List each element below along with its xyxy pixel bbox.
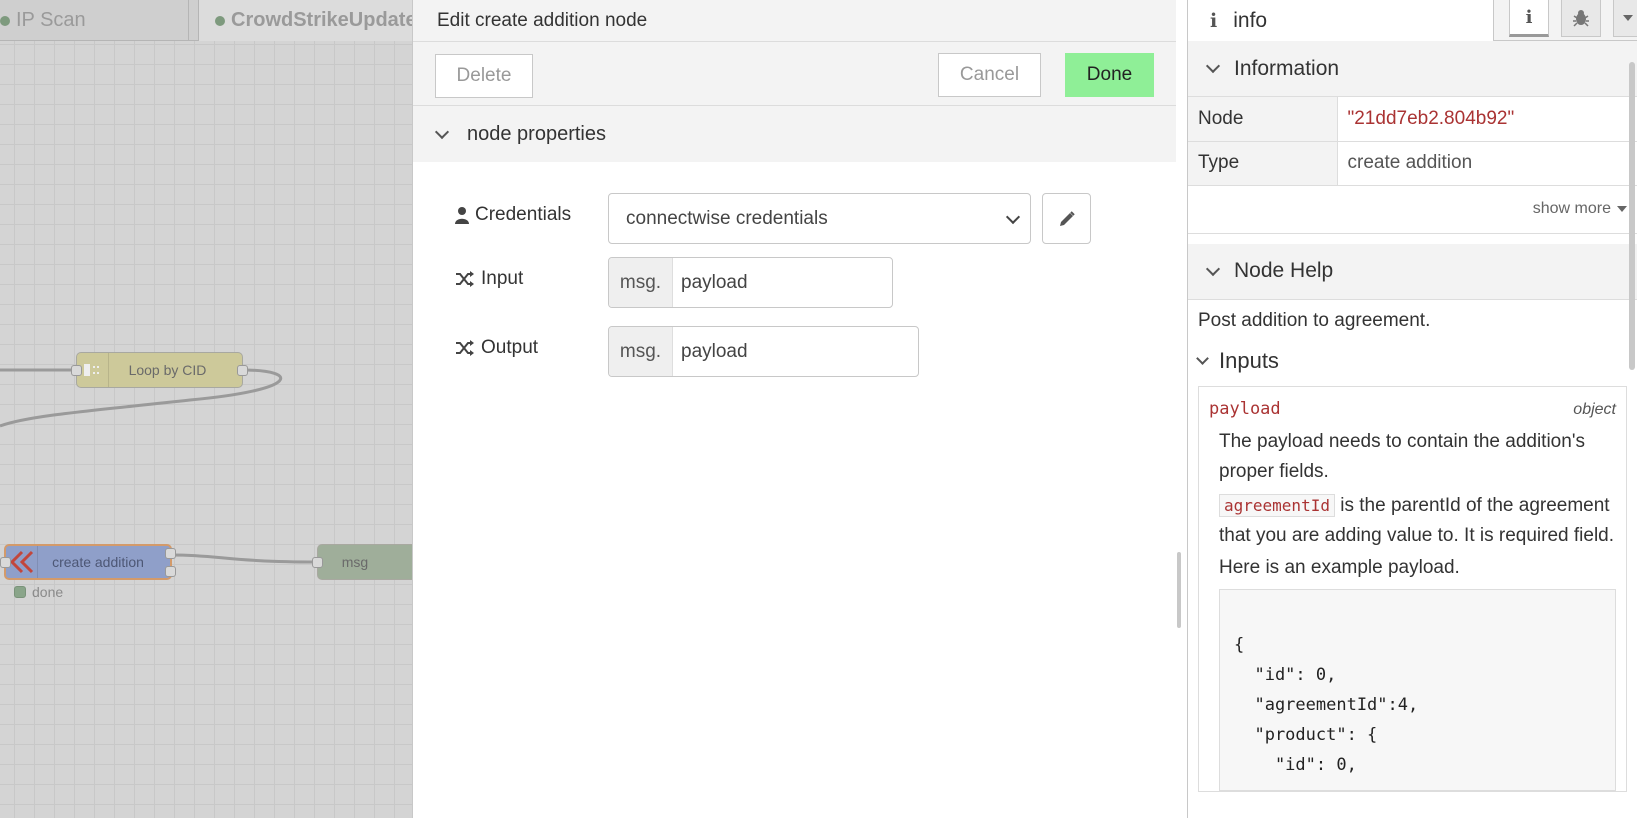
- output-label: Output: [455, 337, 538, 359]
- flow-wires: [0, 368, 318, 564]
- delete-button[interactable]: Delete: [435, 54, 533, 98]
- example-code-block: { "id": 0, "agreementId":4, "product": {…: [1219, 588, 1616, 791]
- caret-down-icon: [1623, 15, 1633, 21]
- info-tab-button[interactable]: i: [1509, 0, 1549, 37]
- information-title: Information: [1234, 56, 1340, 80]
- typed-prefix[interactable]: msg.: [609, 327, 673, 376]
- cancel-button[interactable]: Cancel: [938, 53, 1041, 97]
- info-icon: i: [1210, 9, 1218, 32]
- node-properties-header[interactable]: node properties: [413, 106, 1176, 162]
- information-table: Node "21dd7eb2.804b92" Type create addit…: [1188, 97, 1637, 186]
- section-label: node properties: [467, 122, 606, 145]
- tray-resize-handle[interactable]: [1177, 552, 1181, 628]
- property-box: payload object The payload needs to cont…: [1198, 385, 1627, 792]
- node-status: done: [14, 584, 63, 600]
- row-value: create addition: [1337, 141, 1637, 186]
- node-help-body: Post addition to agreement. Inputs paylo…: [1188, 300, 1637, 792]
- pencil-icon: [1059, 210, 1075, 226]
- row-value[interactable]: "21dd7eb2.804b92": [1337, 97, 1637, 142]
- property-type: object: [1573, 400, 1616, 418]
- input-port[interactable]: [71, 365, 82, 376]
- node-label: msg: [341, 554, 369, 570]
- node-label: create addition: [52, 554, 144, 570]
- debug-tab-button[interactable]: [1561, 0, 1601, 37]
- information-header[interactable]: Information: [1188, 41, 1637, 97]
- input-label-text: Input: [481, 268, 524, 289]
- tab-info[interactable]: i info: [1188, 0, 1494, 41]
- info-icon: i: [1525, 6, 1533, 28]
- user-icon: [455, 207, 469, 224]
- done-button[interactable]: Done: [1065, 53, 1154, 97]
- caret-down-icon: [1617, 206, 1627, 212]
- desc-paragraph-3: Here is an example payload.: [1219, 556, 1460, 578]
- tab-info-label: info: [1233, 8, 1268, 32]
- status-label: done: [32, 584, 64, 600]
- show-more-link[interactable]: show more: [1188, 186, 1637, 234]
- output-port[interactable]: [165, 566, 176, 577]
- chevron-down-icon: [1196, 351, 1209, 365]
- typed-prefix[interactable]: msg.: [609, 258, 673, 307]
- table-row: Type create addition: [1188, 141, 1637, 186]
- info-sidebar: i info i Information Node "21dd7eb2.804b…: [1187, 0, 1637, 818]
- output-label-text: Output: [481, 337, 539, 358]
- property-name: payload: [1209, 398, 1281, 419]
- input-port[interactable]: [312, 557, 323, 568]
- output-value[interactable]: payload: [673, 327, 748, 376]
- edit-tray: Edit create addition node Delete Cancel …: [412, 0, 1176, 818]
- flow-workspace[interactable]: IP Scan CrowdStrikeUpdate Loop by CID cr…: [0, 0, 412, 818]
- input-port[interactable]: [0, 557, 11, 568]
- inputs-header[interactable]: Inputs: [1196, 347, 1627, 374]
- output-typed-field[interactable]: msg. payload: [608, 326, 919, 377]
- sidebar-tab-bar: i info i: [1188, 0, 1637, 41]
- chevron-down-icon: [1205, 58, 1221, 74]
- status-dot: [14, 586, 26, 598]
- node-help-header[interactable]: Node Help: [1188, 243, 1637, 300]
- input-label: Input: [455, 268, 523, 290]
- credentials-value: connectwise credentials: [626, 207, 828, 229]
- credentials-label: Credentials: [455, 204, 571, 226]
- property-header: payload object: [1209, 399, 1616, 419]
- shuffle-icon: [456, 340, 474, 356]
- output-port[interactable]: [165, 548, 176, 559]
- show-more-label: show more: [1532, 200, 1611, 217]
- bug-icon: [1573, 10, 1589, 27]
- chevron-down-icon: [1005, 209, 1021, 225]
- loop-by-cid-node[interactable]: Loop by CID: [71, 352, 248, 388]
- desc-paragraph-2: agreementId is the parentId of the agree…: [1219, 491, 1616, 551]
- help-intro: Post addition to agreement.: [1198, 309, 1431, 331]
- row-key: Type: [1188, 141, 1338, 186]
- chevron-down-icon: [434, 124, 450, 139]
- sidebar-menu-button[interactable]: [1613, 0, 1637, 37]
- shuffle-icon: [456, 271, 474, 287]
- input-typed-field[interactable]: msg. payload: [608, 257, 893, 308]
- chevron-down-icon: [1205, 261, 1221, 276]
- wire: [171, 553, 318, 564]
- credentials-label-text: Credentials: [475, 204, 572, 225]
- node-label: Loop by CID: [128, 362, 207, 378]
- row-key: Node: [1188, 97, 1338, 142]
- inputs-title: Inputs: [1219, 347, 1279, 373]
- inline-code: agreementId: [1219, 493, 1335, 517]
- create-addition-node[interactable]: create addition: [0, 544, 176, 580]
- input-value[interactable]: payload: [673, 258, 748, 307]
- tray-toolbar: Delete Cancel Done: [413, 42, 1176, 106]
- debug-msg-node[interactable]: msg: [312, 544, 412, 580]
- output-port[interactable]: [237, 365, 248, 376]
- table-row: Node "21dd7eb2.804b92": [1188, 97, 1637, 142]
- sidebar-scrollbar[interactable]: [1629, 62, 1635, 370]
- desc-paragraph: The payload needs to contain the additio…: [1219, 430, 1585, 482]
- credentials-select[interactable]: connectwise credentials: [608, 193, 1031, 244]
- edit-credentials-button[interactable]: [1042, 193, 1091, 244]
- node-help-title: Node Help: [1234, 259, 1334, 282]
- property-description: The payload needs to contain the additio…: [1209, 427, 1616, 583]
- tray-title: Edit create addition node: [413, 0, 1176, 42]
